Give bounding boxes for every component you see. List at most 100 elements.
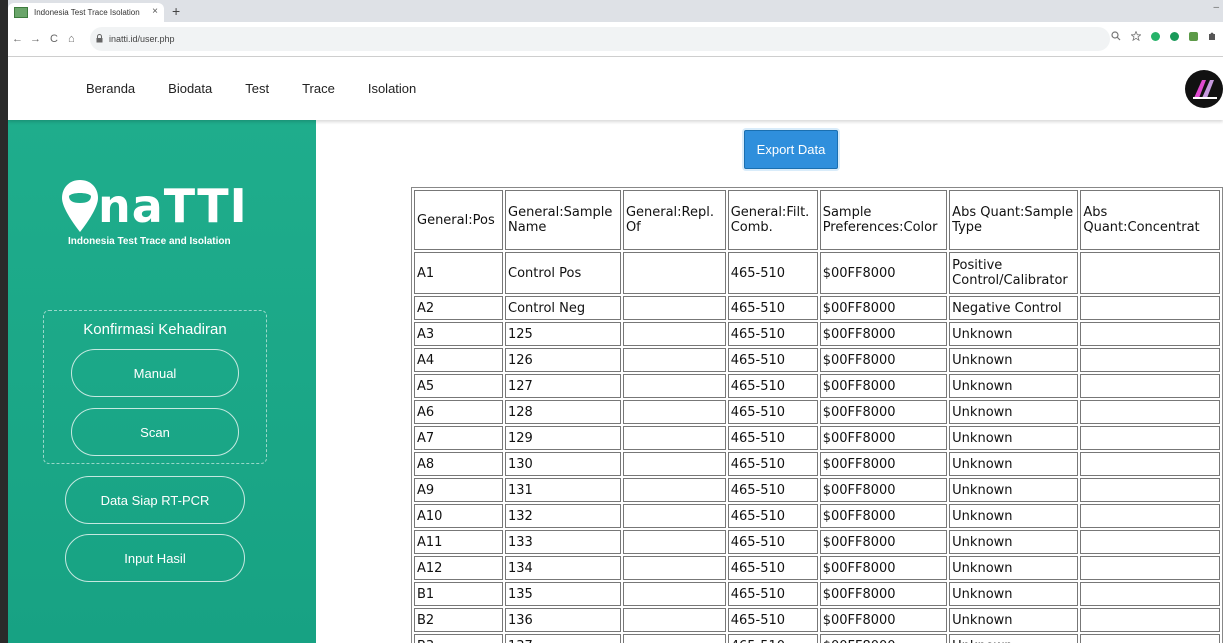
cell-pos: A12 bbox=[414, 556, 504, 580]
cell-pos: A5 bbox=[414, 374, 504, 398]
cell-repl-of bbox=[622, 478, 726, 502]
cell-pos: A10 bbox=[414, 504, 504, 528]
data-table-container[interactable]: General:Pos General:Sample Name General:… bbox=[411, 187, 1223, 643]
extension-green-icon[interactable] bbox=[1151, 31, 1160, 41]
cell-repl-of bbox=[622, 400, 726, 424]
table-header-row: General:Pos General:Sample Name General:… bbox=[414, 190, 1220, 250]
zoom-icon[interactable] bbox=[1111, 31, 1121, 41]
cell-concentration bbox=[1080, 556, 1220, 580]
cell-sample-type: Unknown bbox=[949, 582, 1079, 606]
cell-filt-comb: 465-510 bbox=[727, 582, 818, 606]
nav-biodata[interactable]: Biodata bbox=[168, 81, 212, 96]
nav-beranda[interactable]: Beranda bbox=[86, 81, 135, 96]
cell-sample-type: Unknown bbox=[949, 608, 1079, 632]
lock-icon bbox=[96, 33, 103, 45]
cell-concentration bbox=[1080, 296, 1220, 320]
scan-button[interactable]: Scan bbox=[71, 408, 239, 456]
cell-concentration bbox=[1080, 582, 1220, 606]
konfirmasi-title: Konfirmasi Kehadiran bbox=[83, 321, 227, 338]
cell-repl-of bbox=[622, 504, 726, 528]
cell-pos: A9 bbox=[414, 478, 504, 502]
window-edge bbox=[0, 0, 8, 643]
table-row: B3137 465-510$00FF8000Unknown bbox=[414, 634, 1220, 643]
input-hasil-button[interactable]: Input Hasil bbox=[65, 534, 245, 582]
cell-sample-name: Control Neg bbox=[505, 296, 621, 320]
cell-sample-name: 137 bbox=[505, 634, 621, 643]
cell-repl-of bbox=[622, 348, 726, 372]
favicon-icon bbox=[14, 7, 28, 18]
star-icon[interactable] bbox=[1131, 31, 1141, 41]
url-field[interactable]: inatti.id/user.php bbox=[90, 27, 1110, 51]
cell-color: $00FF8000 bbox=[819, 452, 948, 476]
nav-trace[interactable]: Trace bbox=[302, 81, 335, 96]
table-row: A12 134 465-510 $00FF8000 Unknown bbox=[414, 556, 1220, 580]
konfirmasi-kehadiran-group: Konfirmasi Kehadiran Manual Scan bbox=[43, 310, 267, 464]
cell-color: $00FF8000 bbox=[819, 556, 948, 580]
new-tab-button[interactable]: + bbox=[172, 3, 180, 19]
cell-pos: B3 bbox=[414, 634, 504, 643]
cell-concentration bbox=[1080, 530, 1220, 554]
cell-filt-comb: 465-510 bbox=[727, 296, 818, 320]
cell-sample-type: Unknown bbox=[949, 634, 1079, 643]
table-row: A2 Control Neg 465-510 $00FF8000 Negative Co… bbox=[414, 296, 1220, 320]
cell-color: $00FF8000 bbox=[819, 530, 948, 554]
cell-filt-comb: 465-510 bbox=[727, 426, 818, 450]
cell-sample-type: Unknown bbox=[949, 374, 1079, 398]
cell-repl-of bbox=[622, 452, 726, 476]
export-data-button[interactable]: Export Data bbox=[744, 130, 838, 169]
puzzle-icon[interactable] bbox=[1208, 32, 1217, 41]
extension-square-icon[interactable] bbox=[1189, 31, 1198, 41]
cell-pos: A11 bbox=[414, 530, 504, 554]
nav-isolation[interactable]: Isolation bbox=[368, 81, 416, 96]
cell-concentration bbox=[1080, 478, 1220, 502]
cell-concentration bbox=[1080, 608, 1220, 632]
logo-subtitle: Indonesia Test Trace and Isolation bbox=[68, 236, 231, 247]
forward-icon[interactable]: → bbox=[30, 33, 41, 45]
cell-color: $00FF8000 bbox=[819, 296, 948, 320]
manual-button[interactable]: Manual bbox=[71, 349, 239, 397]
cell-pos: B1 bbox=[414, 582, 504, 606]
sample-table: General:Pos General:Sample Name General:… bbox=[411, 187, 1223, 643]
cell-sample-type: Unknown bbox=[949, 478, 1079, 502]
cell-color: $00FF8000 bbox=[819, 426, 948, 450]
site-header: Beranda Biodata Test Trace Isolation bbox=[8, 57, 1223, 120]
address-bar: ← → C ⌂ inatti.id/user.php bbox=[0, 22, 1223, 57]
cell-sample-type: Unknown bbox=[949, 530, 1079, 554]
cell-pos: A7 bbox=[414, 426, 504, 450]
cell-pos: A6 bbox=[414, 400, 504, 424]
browser-tab[interactable]: Indonesia Test Trace Isolation × bbox=[8, 3, 164, 22]
extension-dark-green-icon[interactable] bbox=[1170, 31, 1179, 41]
cell-concentration bbox=[1080, 452, 1220, 476]
cell-sample-name: 133 bbox=[505, 530, 621, 554]
cell-sample-type: Unknown bbox=[949, 504, 1079, 528]
reload-icon[interactable]: C bbox=[50, 33, 58, 45]
home-icon[interactable]: ⌂ bbox=[68, 33, 75, 45]
logo-text: naTTI bbox=[98, 179, 248, 233]
cell-color: $00FF8000 bbox=[819, 374, 948, 398]
avatar[interactable] bbox=[1185, 70, 1223, 108]
cell-color: $00FF8000 bbox=[819, 252, 948, 294]
minimize-button[interactable]: – bbox=[1213, 2, 1219, 13]
table-row: A4 126 465-510 $00FF8000 Unknown bbox=[414, 348, 1220, 372]
cell-sample-name: 134 bbox=[505, 556, 621, 580]
main-nav: Beranda Biodata Test Trace Isolation bbox=[86, 81, 449, 96]
cell-sample-type: Unknown bbox=[949, 426, 1079, 450]
table-row: B1 135 465-510 $00FF8000 Unknown bbox=[414, 582, 1220, 606]
cell-repl-of bbox=[622, 608, 726, 632]
nav-test[interactable]: Test bbox=[245, 81, 269, 96]
cell-sample-type: Unknown bbox=[949, 556, 1079, 580]
header-repl-of: General:Repl. Of bbox=[622, 190, 726, 250]
main-content: Export Data General:Pos General:Sample N… bbox=[316, 120, 1223, 643]
cell-repl-of bbox=[622, 252, 726, 294]
table-row: A11 133 465-510 $00FF8000 Unknown bbox=[414, 530, 1220, 554]
data-siap-rtpcr-button[interactable]: Data Siap RT-PCR bbox=[65, 476, 245, 524]
table-row: A6 128 465-510 $00FF8000 Unknown bbox=[414, 400, 1220, 424]
close-tab-icon[interactable]: × bbox=[152, 6, 158, 18]
back-icon[interactable]: ← bbox=[12, 33, 23, 45]
cell-sample-name: 130 bbox=[505, 452, 621, 476]
cell-filt-comb: 465-510 bbox=[727, 252, 818, 294]
table-row: A1 Control Pos 465-510 $00FF8000 Positive Co… bbox=[414, 252, 1220, 294]
cell-color: $00FF8000 bbox=[819, 348, 948, 372]
cell-filt-comb: 465-510 bbox=[727, 530, 818, 554]
cell-sample-name: 135 bbox=[505, 582, 621, 606]
